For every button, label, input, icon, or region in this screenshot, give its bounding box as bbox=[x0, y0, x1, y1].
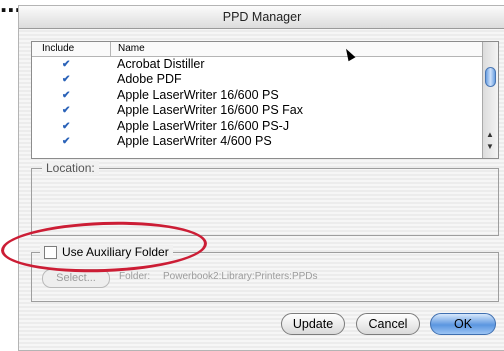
include-checkbox[interactable]: ✔ bbox=[62, 106, 71, 116]
use-auxiliary-folder-label: Use Auxiliary Folder bbox=[62, 245, 169, 259]
scroll-down-arrow-icon[interactable]: ▼ bbox=[486, 142, 494, 151]
list-scrollbar[interactable]: ▲ ▼ bbox=[482, 42, 498, 158]
location-label: Location: bbox=[42, 161, 99, 175]
table-row[interactable]: ✔ Apple LaserWriter 16/600 PS-J bbox=[32, 119, 482, 134]
select-folder-button[interactable]: Select... bbox=[42, 269, 110, 288]
auxiliary-folder-group: Use Auxiliary Folder Select... Folder: P… bbox=[31, 245, 499, 302]
use-auxiliary-folder-toggle[interactable]: Use Auxiliary Folder bbox=[40, 245, 173, 259]
include-checkbox[interactable]: ✔ bbox=[62, 90, 71, 100]
table-row[interactable]: ✔ Apple LaserWriter 16/600 PS bbox=[32, 88, 482, 103]
column-divider bbox=[110, 42, 111, 56]
table-row[interactable]: ✔ Adobe PDF bbox=[32, 72, 482, 87]
include-checkbox[interactable]: ✔ bbox=[62, 136, 71, 146]
ppd-name: Apple LaserWriter 16/600 PS-J bbox=[117, 118, 290, 133]
update-button[interactable]: Update bbox=[281, 313, 345, 335]
table-row[interactable]: ✔ Acrobat Distiller bbox=[32, 57, 482, 72]
column-header-include[interactable]: Include bbox=[42, 43, 74, 54]
use-auxiliary-folder-checkbox[interactable] bbox=[44, 245, 57, 259]
include-checkbox[interactable]: ✔ bbox=[62, 60, 71, 70]
scroll-up-arrow-icon[interactable]: ▲ bbox=[486, 130, 494, 139]
list-header: Include Name bbox=[32, 42, 482, 57]
ppd-list[interactable]: Include Name ✔ Acrobat Distiller ✔ Adobe… bbox=[31, 41, 499, 159]
include-checkbox[interactable]: ✔ bbox=[62, 121, 71, 131]
column-header-name[interactable]: Name bbox=[118, 43, 145, 54]
ppd-name: Adobe PDF bbox=[117, 72, 182, 87]
ppd-name: Apple LaserWriter 16/600 PS Fax bbox=[117, 103, 303, 118]
location-group: Location: bbox=[31, 161, 499, 236]
ppd-name: Acrobat Distiller bbox=[117, 57, 205, 71]
scrollbar-thumb[interactable] bbox=[485, 67, 496, 87]
list-rows: ✔ Acrobat Distiller ✔ Adobe PDF ✔ Apple … bbox=[32, 57, 482, 149]
cancel-button[interactable]: Cancel bbox=[356, 313, 420, 335]
ppd-name: Apple LaserWriter 16/600 PS bbox=[117, 87, 279, 102]
ok-button[interactable]: OK bbox=[430, 313, 496, 335]
folder-path: Powerbook2:Library:Printers:PPDs bbox=[163, 271, 318, 282]
ppd-name: Apple LaserWriter 4/600 PS bbox=[117, 133, 272, 148]
window-title: PPD Manager bbox=[19, 6, 504, 29]
ppd-manager-window: PPD Manager Include Name ✔ Acrobat Disti… bbox=[18, 5, 504, 351]
folder-label: Folder: bbox=[119, 271, 151, 282]
table-row[interactable]: ✔ Apple LaserWriter 4/600 PS bbox=[32, 134, 482, 149]
include-checkbox[interactable]: ✔ bbox=[62, 75, 71, 85]
table-row[interactable]: ✔ Apple LaserWriter 16/600 PS Fax bbox=[32, 103, 482, 118]
